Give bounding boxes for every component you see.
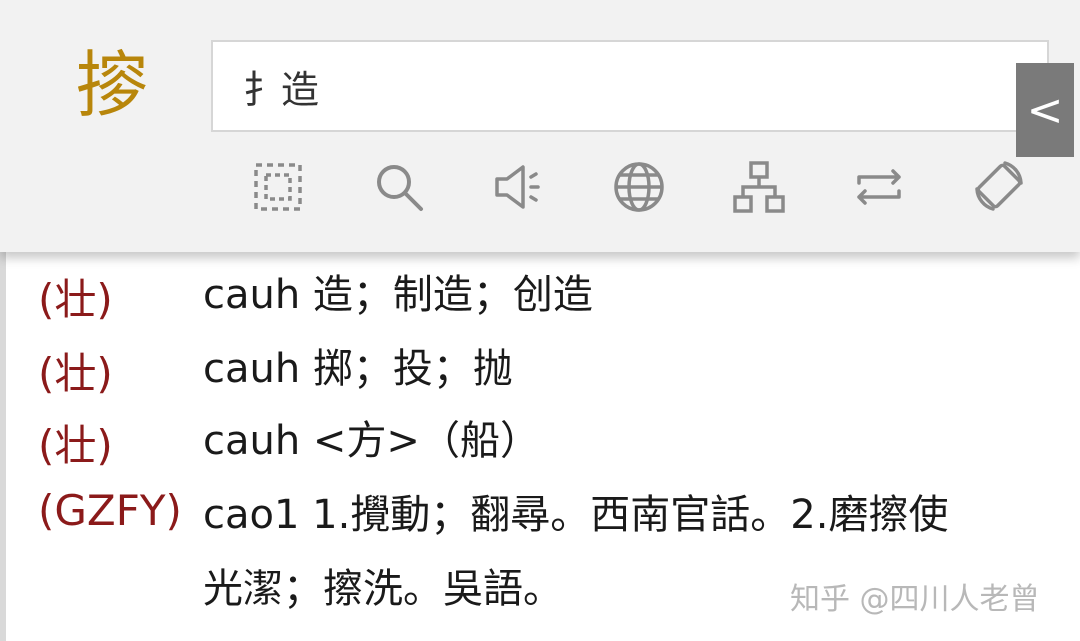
- swap-icon: [857, 169, 901, 205]
- search-box[interactable]: [211, 40, 1049, 132]
- definition-text: cauh 掷；投；抛: [203, 346, 513, 392]
- definition-line-1: cao1 1.攪動；翻尋。西南官話。2.磨擦使: [203, 492, 949, 538]
- search-button[interactable]: [368, 156, 430, 218]
- rotate-button[interactable]: [968, 156, 1030, 218]
- collapse-panel-button[interactable]: <: [1016, 63, 1074, 157]
- source-tag: (GZFY): [38, 486, 182, 535]
- speaker-icon: [495, 165, 540, 209]
- watermark: 知乎 @四川人老曾: [790, 582, 1040, 617]
- select-icon: [254, 163, 302, 211]
- rotate-icon: [975, 161, 1023, 211]
- source-tag: (壮): [38, 275, 113, 324]
- speak-button[interactable]: [488, 156, 550, 218]
- source-tag: (壮): [38, 421, 113, 470]
- hierarchy-icon: [733, 161, 785, 213]
- toolbar: [0, 150, 1080, 230]
- definition-text: cauh 造；制造；创造: [203, 272, 593, 318]
- select-button[interactable]: [247, 156, 309, 218]
- globe-icon: [614, 162, 664, 212]
- search-input[interactable]: [243, 56, 943, 116]
- structure-button[interactable]: [728, 156, 790, 218]
- character-display: 摉: [75, 43, 148, 127]
- definition-text: cauh <方>（船）: [203, 418, 540, 464]
- web-button[interactable]: [608, 156, 670, 218]
- search-icon: [377, 165, 423, 211]
- search-header: 摉: [0, 0, 1080, 252]
- definitions-list: (壮) cauh 造；制造；创造 (壮) cauh 掷；投；抛 (壮) cauh…: [0, 252, 1080, 641]
- switch-button[interactable]: [848, 156, 910, 218]
- left-border: [0, 252, 6, 641]
- source-tag: (壮): [38, 349, 113, 398]
